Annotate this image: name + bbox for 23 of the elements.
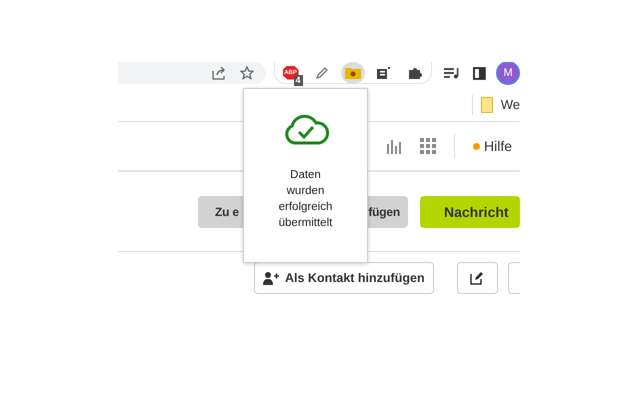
chart-icon[interactable]: [386, 138, 402, 154]
cloud-check-icon: [282, 113, 328, 145]
help-link[interactable]: Hilfe: [472, 138, 512, 154]
folder-icon: [344, 66, 361, 79]
folder-icon: [480, 96, 493, 112]
sidebar-icon[interactable]: [473, 66, 486, 80]
count-badge: 4: [294, 74, 303, 86]
add-contact-button[interactable]: Als Kontakt hinzufügen: [254, 262, 434, 294]
puzzle-icon: [408, 66, 422, 80]
document-icon: [376, 66, 391, 78]
star-icon[interactable]: [240, 66, 254, 80]
success-message: Daten wurden erfolgreich übermittelt: [278, 168, 332, 231]
folder-extension[interactable]: [340, 62, 365, 84]
playlist-icon[interactable]: [444, 67, 460, 79]
bookmark-label[interactable]: We: [500, 97, 520, 112]
edit-icon: [470, 271, 484, 285]
apps-grid-icon[interactable]: [420, 138, 436, 154]
add-person-icon: [263, 271, 279, 285]
share-icon[interactable]: [212, 66, 226, 80]
pencil-icon: [314, 66, 329, 80]
message-button[interactable]: Nachricht: [420, 196, 520, 228]
profile-avatar[interactable]: M: [496, 62, 520, 85]
edit-button[interactable]: [456, 262, 498, 294]
